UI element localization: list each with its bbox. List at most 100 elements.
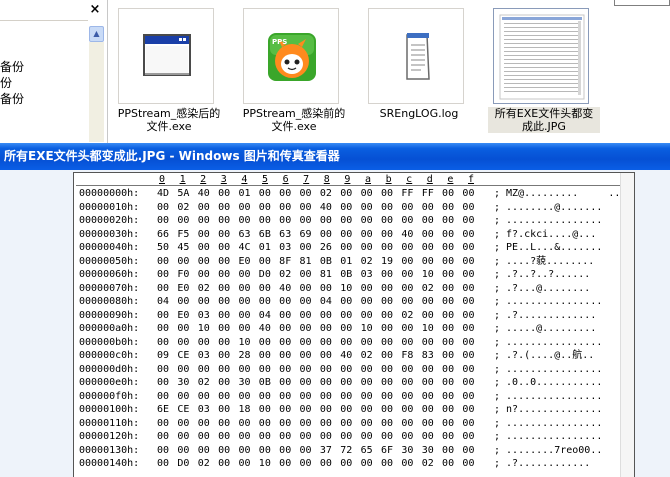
hex-ascii: ; f?.ckci....@... xyxy=(494,228,597,240)
hex-address: 00000000h: xyxy=(79,188,140,199)
hex-bytes: 66 F5 00 00 63 6B 63 69 00 00 00 00 40 0… xyxy=(157,228,475,240)
hex-ascii: ; ................ xyxy=(494,417,603,429)
hex-bytes: 00 00 00 00 00 00 00 00 37 72 65 6F 30 3… xyxy=(157,444,475,456)
hex-ascii: ; ................ xyxy=(494,390,603,402)
hex-bytes: 09 CE 03 00 28 00 00 00 00 40 02 00 F8 8… xyxy=(157,350,475,361)
displayed-image: 0123456789abcdef 00000000h: 4D 5A 40 00 0… xyxy=(73,172,635,477)
hex-address: 000000c0h: xyxy=(79,350,140,361)
hex-ascii: ; .0..0........... xyxy=(494,377,603,388)
hex-address: 00000030h: xyxy=(79,228,140,240)
tree-item[interactable]: 备份 xyxy=(0,59,24,75)
file-tile-ppstream-infected[interactable]: PPStream_感染后的文件.exe xyxy=(113,8,225,136)
hex-address: 00000090h: xyxy=(79,309,140,321)
image-scrollbar xyxy=(620,173,634,477)
hex-ascii: ; ........@....... xyxy=(494,201,603,213)
hex-row: 000000f0h: 00 00 00 00 00 00 00 00 00 00 … xyxy=(74,390,622,404)
hex-rows: 00000000h: 4D 5A 40 00 01 00 00 00 02 00 … xyxy=(74,187,622,471)
hex-bytes: 00 E0 02 00 00 00 40 00 00 10 00 00 00 0… xyxy=(157,282,475,294)
hex-ascii: ; ....?藐........ xyxy=(494,255,595,267)
hex-bytes: 00 00 00 00 00 00 00 00 00 00 00 00 00 0… xyxy=(157,363,475,375)
close-icon[interactable]: × xyxy=(88,3,102,17)
window-frame-edge xyxy=(614,0,670,6)
scroll-up-icon[interactable]: ▲ xyxy=(89,26,104,42)
hex-bytes: 6E CE 03 00 18 00 00 00 00 00 00 00 00 0… xyxy=(157,404,475,415)
hex-row: 00000070h: 00 E0 02 00 00 00 40 00 00 10 … xyxy=(74,282,622,296)
hex-ascii: ; ................ xyxy=(494,296,603,307)
file-tile-ppstream-original[interactable]: PPS PPStream_感染前的文件.exe xyxy=(238,8,350,136)
file-name-label: PPStream_感染前的文件.exe xyxy=(242,107,346,133)
file-name-label: PPStream_感染后的文件.exe xyxy=(117,107,221,133)
hex-row: 00000000h: 4D 5A 40 00 01 00 00 00 02 00 … xyxy=(74,187,622,201)
hex-row: 00000110h: 00 00 00 00 00 00 00 00 00 00 … xyxy=(74,417,622,431)
hex-ascii: ; n?.............. xyxy=(494,404,603,415)
hex-ascii: ; ................ xyxy=(494,363,603,375)
hex-address: 00000130h: xyxy=(79,444,140,456)
hex-row: 00000020h: 00 00 00 00 00 00 00 00 00 00 … xyxy=(74,214,622,228)
hex-ascii: ; ................ xyxy=(494,336,603,348)
scrollbar-track[interactable] xyxy=(89,42,104,142)
hex-address: 00000080h: xyxy=(79,296,140,307)
hex-bytes: 00 00 00 00 00 00 00 00 00 00 00 00 00 0… xyxy=(157,390,475,402)
hex-row: 000000d0h: 00 00 00 00 00 00 00 00 00 00 … xyxy=(74,363,622,377)
viewer-title-bar[interactable]: 所有EXE文件头都变成此.JPG - Windows 图片和传真查看器 xyxy=(0,143,670,170)
hex-bytes: 00 00 00 00 00 00 00 00 00 00 00 00 00 0… xyxy=(157,431,475,442)
hex-bytes: 00 F0 00 00 00 D0 02 00 81 0B 03 00 00 1… xyxy=(157,269,475,280)
hex-address: 00000060h: xyxy=(79,269,140,280)
file-name-label: 所有EXE文件头都变成此.JPG xyxy=(488,107,600,133)
hex-address: 00000050h: xyxy=(79,255,140,267)
hex-address: 00000040h: xyxy=(79,242,140,253)
window-title: 所有EXE文件头都变成此.JPG - Windows 图片和传真查看器 xyxy=(4,149,340,163)
hex-address: 000000b0h: xyxy=(79,336,140,348)
hex-row: 00000090h: 00 E0 03 00 00 04 00 00 00 00 … xyxy=(74,309,622,323)
hex-bytes: 4D 5A 40 00 01 00 00 00 02 00 00 00 FF F… xyxy=(157,188,475,199)
hex-ascii: ; .?............. xyxy=(494,309,597,321)
hex-ascii: ; .?..?..?...... xyxy=(494,269,591,280)
hex-bytes: 00 00 00 00 10 00 00 00 00 00 00 00 00 0… xyxy=(157,336,475,348)
hex-bytes: 00 00 10 00 00 40 00 00 00 00 10 00 00 1… xyxy=(157,323,475,334)
hex-address: 00000020h: xyxy=(79,215,140,226)
hex-ascii: ; .?............ xyxy=(494,458,591,469)
hex-ascii: ; .?...@........ xyxy=(494,282,591,294)
hex-row: 00000130h: 00 00 00 00 00 00 00 00 37 72 … xyxy=(74,444,622,458)
hex-row: 00000050h: 00 00 00 00 E0 00 8F 81 0B 01 … xyxy=(74,255,622,269)
hex-bytes: 04 00 00 00 00 00 00 00 04 00 00 00 00 0… xyxy=(157,296,475,307)
header-divider xyxy=(76,185,620,186)
hex-row: 000000a0h: 00 00 10 00 00 40 00 00 00 00 … xyxy=(74,322,622,336)
pane-divider xyxy=(0,20,88,21)
hex-address: 000000d0h: xyxy=(79,363,140,375)
hex-bytes: 00 D0 02 00 00 10 00 00 00 00 00 00 00 0… xyxy=(157,458,475,469)
hex-row: 00000010h: 00 02 00 00 00 00 00 00 40 00 … xyxy=(74,201,622,215)
pps-logo-text: PPS xyxy=(272,38,287,46)
hex-bytes: 00 02 00 00 00 00 00 00 40 00 00 00 00 0… xyxy=(157,201,475,213)
hex-bytes: 00 00 00 00 00 00 00 00 00 00 00 00 00 0… xyxy=(157,215,475,226)
hex-address: 000000f0h: xyxy=(79,390,140,402)
hex-bytes: 00 E0 03 00 00 04 00 00 00 00 00 00 02 0… xyxy=(157,309,475,321)
hex-address: 00000110h: xyxy=(79,417,140,429)
file-tile-srenglog[interactable]: SREngLOG.log xyxy=(363,8,475,136)
explorer-window: × 备份 份 备份 ▲ PPStream_感染后的文件.exe PPS PPSt… xyxy=(0,0,670,143)
viewer-canvas: 0123456789abcdef 00000000h: 4D 5A 40 00 0… xyxy=(0,170,670,477)
hex-dump-view: 0123456789abcdef 00000000h: 4D 5A 40 00 0… xyxy=(74,173,622,477)
hex-address: 00000070h: xyxy=(79,282,140,294)
hex-row: 000000c0h: 09 CE 03 00 28 00 00 00 00 40 … xyxy=(74,349,622,363)
hex-bytes: 00 00 00 00 E0 00 8F 81 0B 01 02 19 00 0… xyxy=(157,255,475,267)
hex-address: 00000010h: xyxy=(79,201,140,213)
tree-item[interactable]: 备份 xyxy=(0,91,24,107)
hex-address: 00000140h: xyxy=(79,458,140,469)
hex-ascii: ; ........7reo00.. xyxy=(494,444,603,456)
hex-address: 000000e0h: xyxy=(79,377,140,388)
hex-ascii: ; .....@......... xyxy=(494,323,597,334)
hex-bytes: 00 00 00 00 00 00 00 00 00 00 00 00 00 0… xyxy=(157,417,475,429)
file-tile-jpg-selected[interactable]: 所有EXE文件头都变成此.JPG xyxy=(488,8,600,136)
image-thumbnail-icon xyxy=(493,8,589,104)
hex-row: 00000030h: 66 F5 00 00 63 6B 63 69 00 00 … xyxy=(74,228,622,242)
notepad-icon xyxy=(368,8,464,104)
tree-item[interactable]: 份 xyxy=(0,75,12,91)
hex-row: 00000060h: 00 F0 00 00 00 D0 02 00 81 0B … xyxy=(74,268,622,282)
hex-ascii: ; .?.(....@..航.. xyxy=(494,350,595,361)
hex-row: 00000040h: 50 45 00 00 4C 01 03 00 26 00 … xyxy=(74,241,622,255)
hex-address: 00000100h: xyxy=(79,404,140,415)
hex-address: 00000120h: xyxy=(79,431,140,442)
hex-bytes: 50 45 00 00 4C 01 03 00 26 00 00 00 00 0… xyxy=(157,242,475,253)
hex-ascii: ; ................ xyxy=(494,431,603,442)
